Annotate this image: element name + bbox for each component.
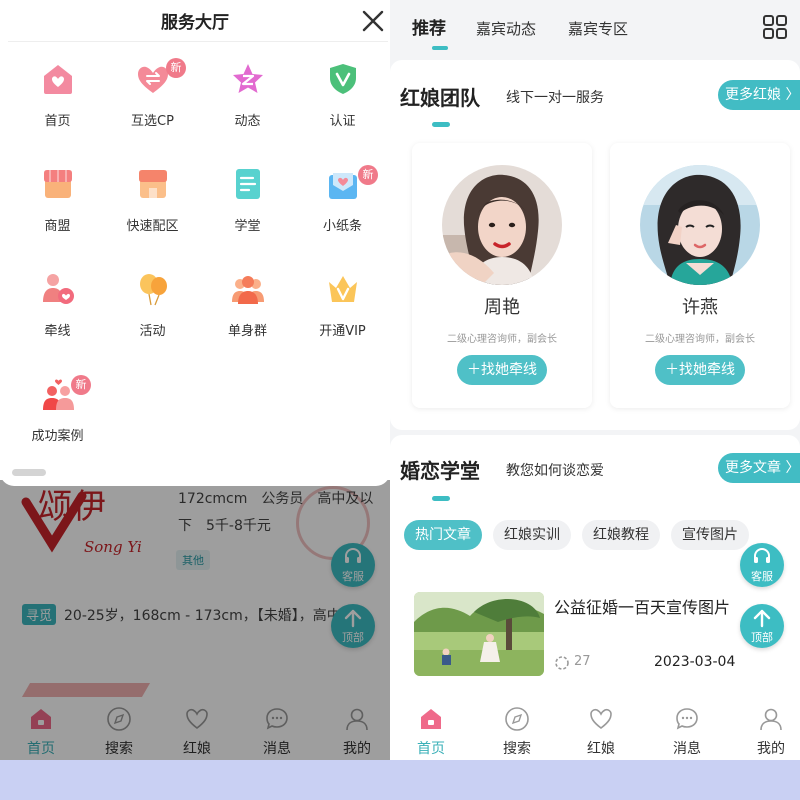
section-title: 婚恋学堂: [400, 459, 480, 483]
more-articles-button[interactable]: 更多文章 〉: [718, 453, 800, 483]
nav-matchmaker[interactable]: 红娘: [562, 700, 640, 760]
service-merchant-alliance[interactable]: 商盟: [10, 167, 105, 257]
store-icon: [139, 170, 167, 198]
right-screen: 推荐 嘉宾动态 嘉宾专区 红娘团队 线下一对一服务 更多红娘 〉 周艳 二级心理…: [390, 0, 800, 760]
chip-hot-articles[interactable]: 热门文章: [404, 520, 482, 550]
chip-matchmaker-training[interactable]: 红娘实训: [493, 520, 571, 550]
shop-icon: [44, 170, 72, 198]
chat-icon: [676, 708, 698, 730]
service-quick-match[interactable]: 快速配区: [105, 167, 200, 257]
section-title: 红娘团队: [400, 86, 480, 110]
matchmaker-role: 二级心理咨询师，副会长: [447, 334, 557, 345]
article-views: 27: [574, 654, 591, 669]
home-icon: [421, 709, 441, 729]
customer-service-button[interactable]: 客服: [740, 543, 784, 587]
swap-heart-icon: [138, 66, 168, 93]
service-singles-group[interactable]: 单身群: [200, 272, 295, 362]
home-icon: [44, 65, 72, 94]
article-date: 2023-03-04: [654, 654, 736, 670]
nav-profile[interactable]: 我的: [732, 700, 800, 760]
find-matchmaker-button[interactable]: ＋找她牵线: [457, 355, 547, 385]
article-thumbnail: [414, 592, 544, 676]
modal-backdrop[interactable]: [0, 480, 390, 760]
tab-recommend[interactable]: 推荐: [412, 14, 446, 39]
grid-menu-icon[interactable]: [762, 14, 788, 40]
balloons-icon: [140, 274, 167, 306]
couple-icon: [43, 379, 74, 410]
matchmaker-name: 周艳: [484, 297, 520, 318]
section-subtitle: 线下一对一服务: [506, 90, 604, 106]
matchmaker-name: 许燕: [682, 297, 718, 318]
matchmaker-team-section: 红娘团队 线下一对一服务 更多红娘 〉 周艳 二级心理咨询师，副会长 ＋找她牵线…: [390, 60, 800, 430]
document-icon: [236, 169, 260, 199]
tab-indicator: [432, 46, 448, 50]
service-open-vip[interactable]: 开通VIP: [295, 272, 390, 362]
service-matchmaking[interactable]: 牵线: [10, 272, 105, 362]
article-title: 公益征婚一百天宣传图片: [554, 598, 731, 617]
more-matchmakers-button[interactable]: 更多红娘 〉: [718, 80, 800, 110]
section-underline: [432, 122, 450, 127]
new-badge: 新: [166, 58, 186, 78]
service-verify[interactable]: 认证: [295, 62, 390, 152]
service-school[interactable]: 学堂: [200, 167, 295, 257]
service-events[interactable]: 活动: [105, 272, 200, 362]
back-to-top-button[interactable]: 顶部: [740, 604, 784, 648]
avatar: [442, 165, 562, 285]
arrow-up-icon: [753, 609, 771, 628]
sheet-divider: [8, 41, 388, 42]
service-success-stories[interactable]: 成功案例 新: [10, 375, 105, 467]
service-notes[interactable]: 小纸条 新: [295, 165, 390, 257]
left-screen: 颂伊 Song Yi 172cmcm 公务员 高中及以 下 5千-8千元 其他 …: [0, 0, 390, 760]
avatar: [640, 165, 760, 285]
person-icon: [760, 708, 782, 731]
service-hall-sheet: 服务大厅 首页 互选CP 新 动态 认证 商盟 快速配区 学堂 小纸条 新 牵线…: [0, 0, 390, 486]
sheet-title: 服务大厅: [161, 13, 229, 33]
group-icon: [232, 276, 264, 304]
section-subtitle: 教您如何谈恋爱: [506, 463, 604, 479]
tab-guest-moments[interactable]: 嘉宾动态: [476, 18, 536, 39]
matchmaking-icon: [43, 274, 74, 304]
vip-crown-icon: [329, 276, 357, 302]
tab-guest-zone[interactable]: 嘉宾专区: [568, 18, 628, 39]
service-home[interactable]: 首页: [10, 62, 105, 152]
bottom-nav: 首页 搜索 红娘 消息 我的: [390, 700, 800, 760]
nav-search[interactable]: 搜索: [478, 700, 556, 760]
star-z-icon: [233, 64, 263, 93]
service-mutual-cp[interactable]: 互选CP 新: [105, 58, 200, 152]
heart-hands-icon: [590, 708, 612, 730]
shield-check-icon: [330, 64, 356, 94]
compass-icon: [505, 707, 529, 731]
matchmaker-role: 二级心理咨询师，副会长: [645, 334, 755, 345]
matchmaker-card[interactable]: 周艳 二级心理咨询师，副会长 ＋找她牵线: [412, 143, 592, 408]
chip-promo-images[interactable]: 宣传图片: [671, 520, 749, 550]
nav-home[interactable]: 首页: [392, 700, 470, 760]
nav-messages[interactable]: 消息: [648, 700, 726, 760]
envelope-icon: [329, 173, 357, 199]
headset-icon: [754, 548, 770, 563]
service-moments[interactable]: 动态: [200, 62, 295, 152]
new-badge: 新: [71, 375, 91, 395]
chip-matchmaker-tutorial[interactable]: 红娘教程: [582, 520, 660, 550]
sheet-handle[interactable]: [12, 469, 46, 476]
close-icon[interactable]: [360, 8, 386, 34]
section-underline: [432, 496, 450, 501]
matchmaker-card[interactable]: 许燕 二级心理咨询师，副会长 ＋找她牵线: [610, 143, 790, 408]
new-badge: 新: [358, 165, 378, 185]
top-tabs: 推荐 嘉宾动态 嘉宾专区: [390, 0, 800, 60]
views-icon: [555, 656, 569, 670]
find-matchmaker-button[interactable]: ＋找她牵线: [655, 355, 745, 385]
